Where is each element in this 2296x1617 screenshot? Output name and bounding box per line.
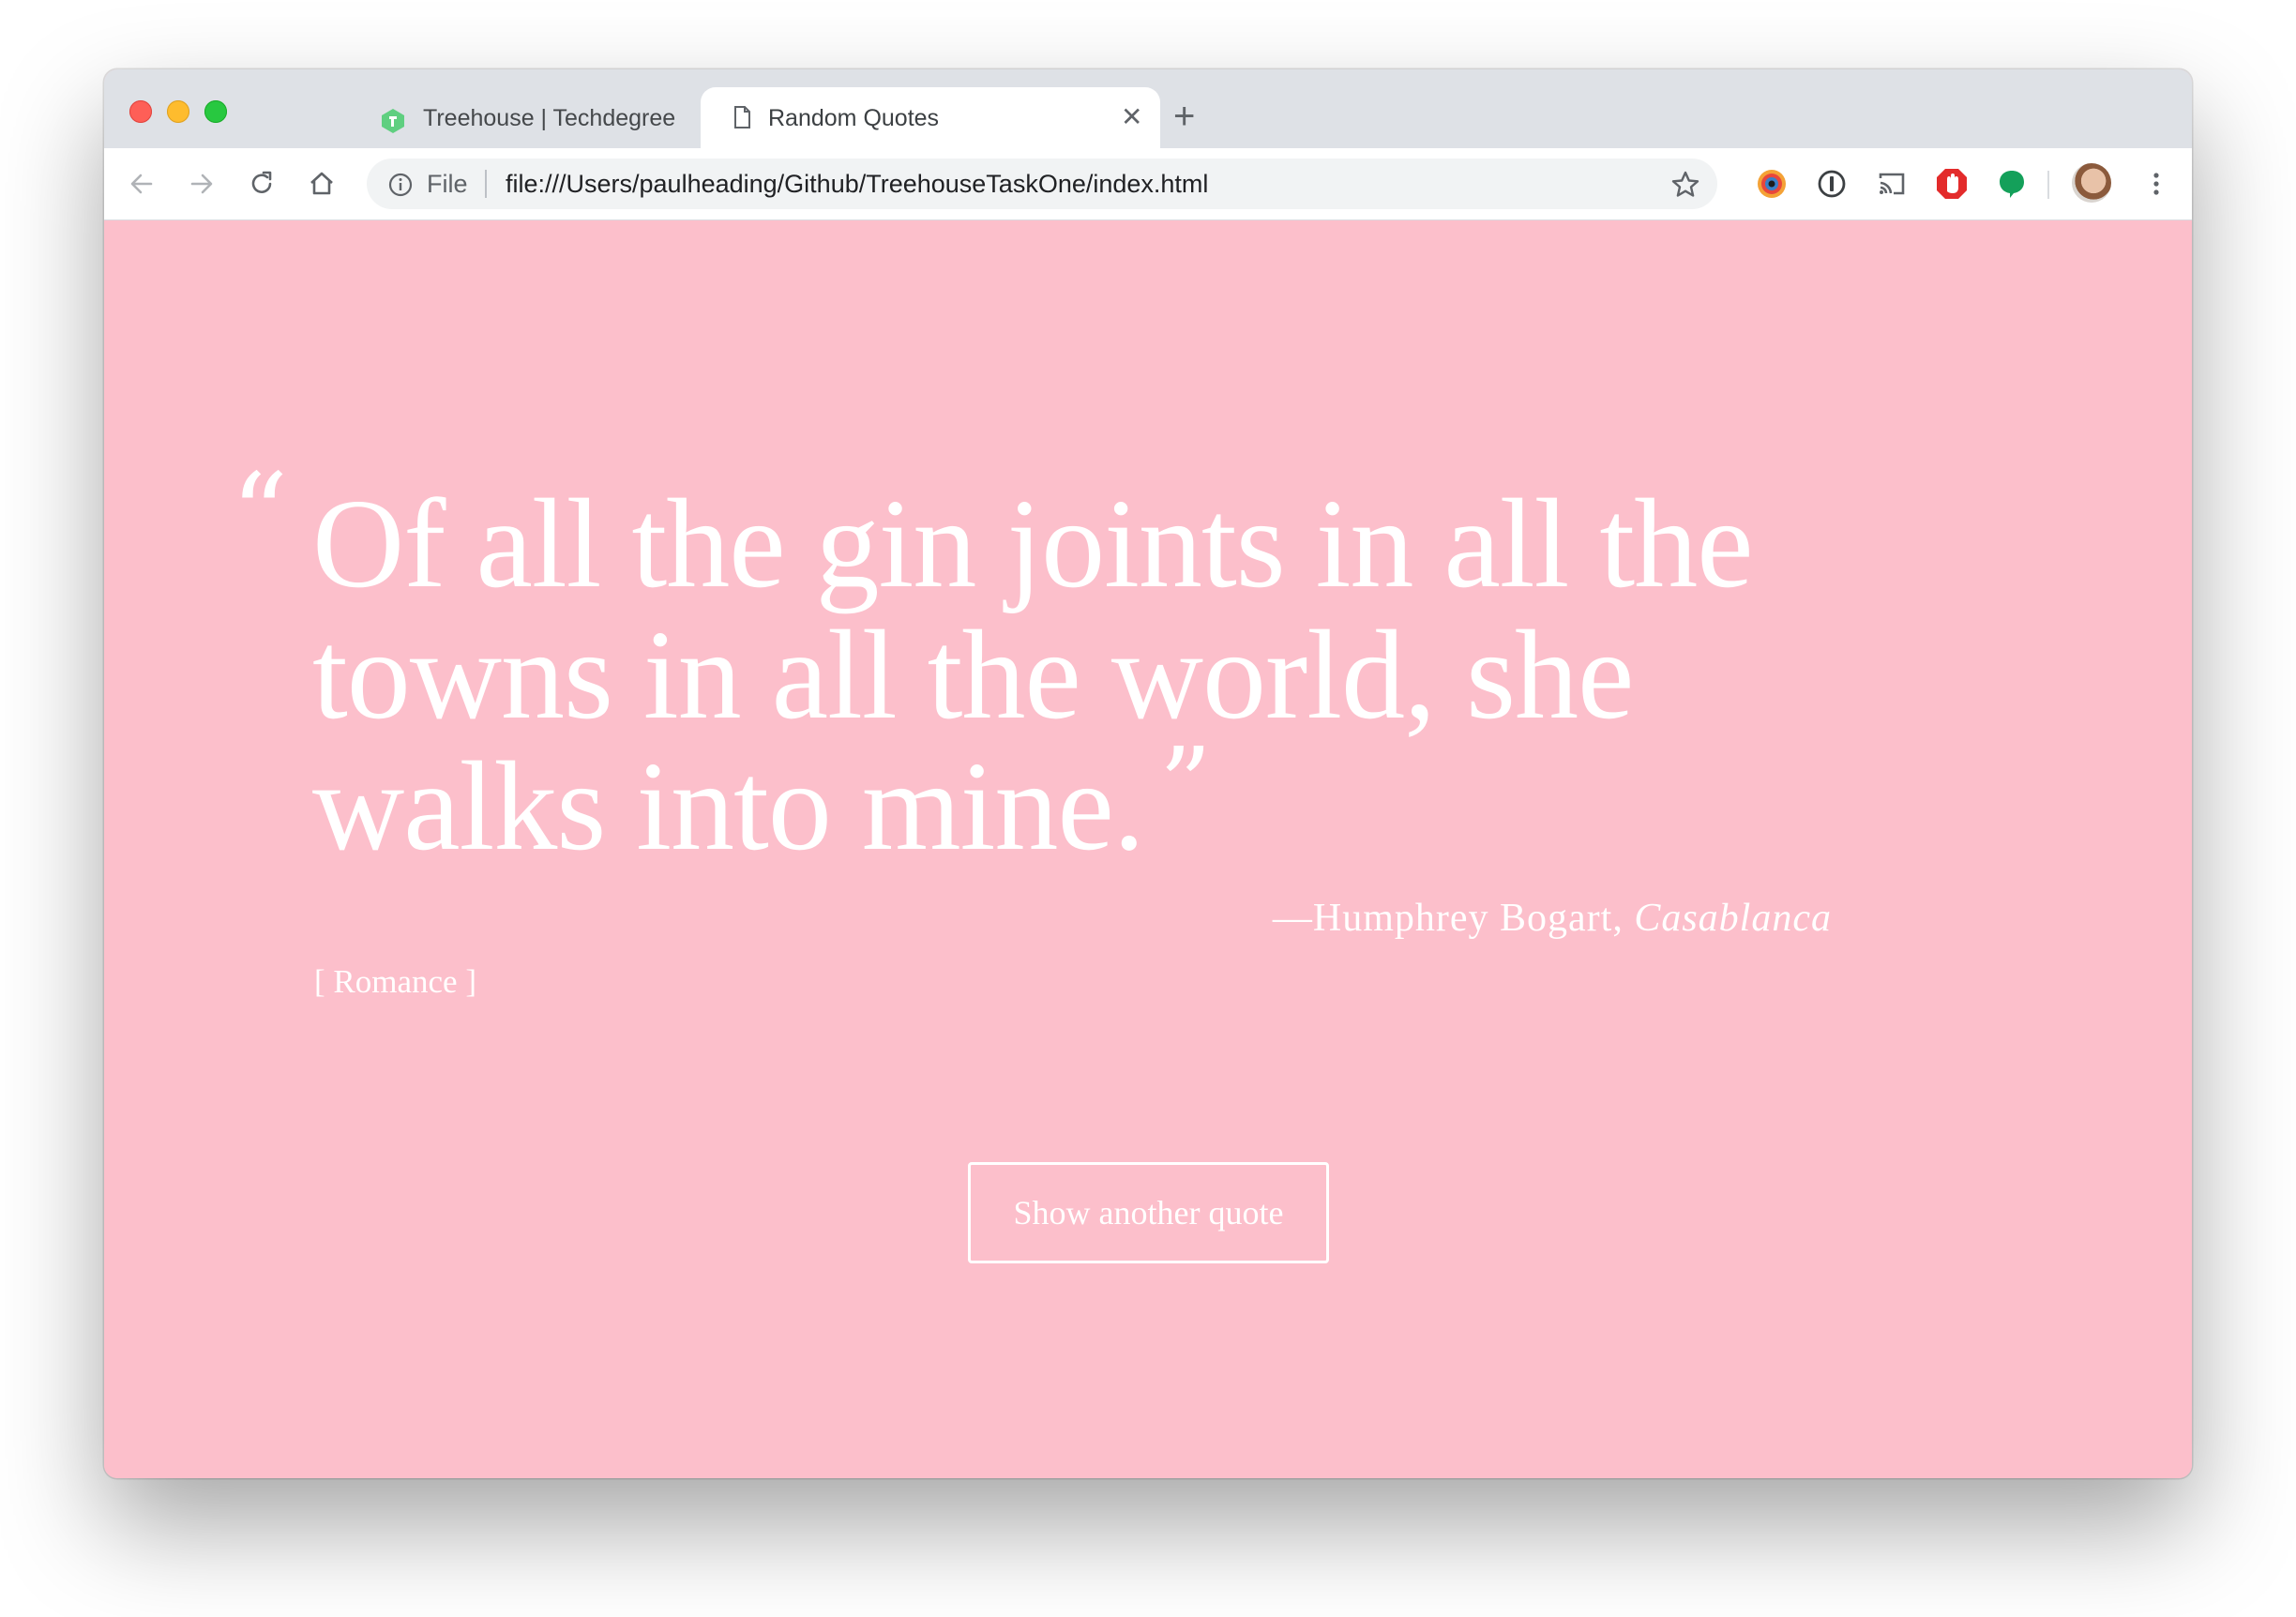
quote-tag: [ Romance ] — [314, 963, 476, 1000]
cast-icon[interactable] — [1875, 167, 1909, 201]
quote-text: Of all the gin joints in all the towns i… — [312, 478, 1907, 872]
back-arrow-icon[interactable] — [125, 167, 159, 201]
scheme-label: File — [427, 170, 468, 198]
eye-extension-icon[interactable] — [1755, 167, 1789, 201]
source-citation: Casablanca — [1634, 897, 1832, 940]
address-bar[interactable]: File file:///Users/paulheading/Github/Tr… — [367, 159, 1717, 209]
quote-body: Of all the gin joints in all the towns i… — [312, 474, 1754, 877]
toolbar: File file:///Users/paulheading/Github/Tr… — [104, 148, 2192, 220]
open-quote-mark: “ — [231, 450, 289, 581]
tab-title: Random Quotes — [768, 105, 940, 131]
address-divider — [485, 170, 487, 198]
reload-icon[interactable] — [245, 167, 279, 201]
tab-random-quotes[interactable]: Random Quotes ✕ — [701, 87, 1160, 148]
bookmark-star-icon[interactable] — [1670, 170, 1700, 200]
adblock-icon[interactable] — [1935, 167, 1969, 201]
1password-icon[interactable] — [1815, 167, 1849, 201]
more-menu-icon[interactable] — [2139, 167, 2173, 201]
info-icon[interactable] — [387, 172, 414, 198]
tab-strip: Treehouse | Techdegree ✕ Random Quotes ✕… — [104, 69, 2192, 148]
page-content: “ Of all the gin joints in all the towns… — [104, 220, 2192, 1478]
toolbar-divider — [2047, 171, 2049, 199]
treehouse-icon — [382, 109, 404, 133]
new-tab-button[interactable]: + — [1173, 98, 1195, 135]
close-tab-icon[interactable]: ✕ — [1121, 104, 1142, 130]
url-text[interactable]: file:///Users/paulheading/Github/Treehou… — [506, 170, 1208, 199]
source-author: —Humphrey Bogart, — [1272, 897, 1635, 940]
green-extension-icon[interactable] — [1995, 167, 2029, 201]
zoom-window-button[interactable] — [204, 100, 227, 123]
browser-window: Treehouse | Techdegree ✕ Random Quotes ✕… — [104, 69, 2192, 1478]
forward-arrow-icon[interactable] — [185, 167, 219, 201]
quote-source: —Humphrey Bogart, Casablanca — [1273, 896, 1832, 941]
close-quote-mark: ” — [1158, 725, 1212, 845]
tab-title: Treehouse | Techdegree — [423, 105, 676, 131]
close-window-button[interactable] — [129, 100, 152, 123]
minimize-window-button[interactable] — [167, 100, 189, 123]
show-another-quote-button[interactable]: Show another quote — [968, 1162, 1329, 1263]
home-icon[interactable] — [305, 167, 339, 201]
page-icon — [734, 106, 750, 128]
avatar[interactable] — [2072, 163, 2111, 203]
